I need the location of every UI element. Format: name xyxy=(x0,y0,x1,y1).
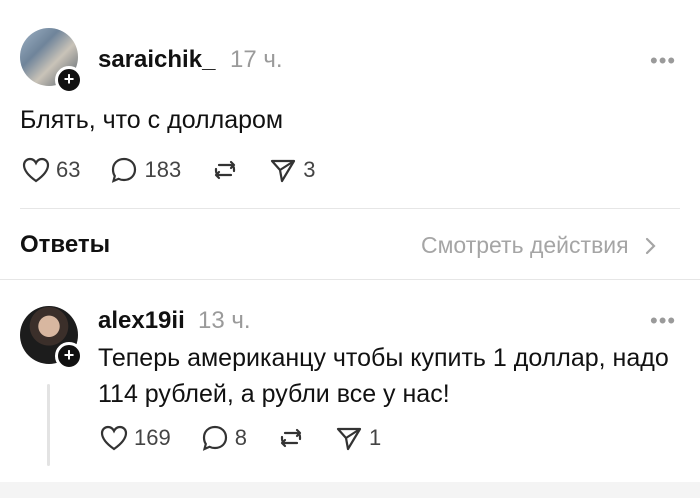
thread-line xyxy=(47,384,50,466)
chevron-right-icon xyxy=(645,237,656,255)
post-time: 17 ч. xyxy=(230,46,283,73)
share-count: 1 xyxy=(368,425,382,450)
reply-time: 13 ч. xyxy=(198,307,251,334)
like-count: 169 xyxy=(134,425,171,450)
comment-count: 8 xyxy=(234,425,247,450)
follow-plus-icon[interactable]: + xyxy=(55,66,83,94)
comment-button[interactable]: 183 xyxy=(110,156,181,184)
heart-icon xyxy=(100,425,128,451)
post-text: Блять, что с долларом xyxy=(20,106,284,134)
reply-actions: 169 8 1 xyxy=(100,424,411,452)
like-button[interactable]: 169 xyxy=(100,425,171,451)
share-count: 3 xyxy=(303,157,316,182)
repost-button[interactable] xyxy=(277,424,305,452)
repost-button[interactable] xyxy=(211,156,239,184)
divider xyxy=(0,279,700,280)
reply-text-line1: Теперь американцу чтобы купить 1 доллар,… xyxy=(98,344,669,372)
comment-button[interactable]: 8 xyxy=(201,424,247,452)
comment-bubble-icon xyxy=(202,425,227,451)
reply-username[interactable]: alex19ii xyxy=(98,307,185,335)
replies-title: Ответы xyxy=(20,231,111,258)
divider xyxy=(20,208,680,209)
send-icon xyxy=(271,159,296,183)
view-activity-link[interactable]: Смотреть действия xyxy=(421,232,657,259)
send-icon xyxy=(336,427,362,451)
comment-count: 183 xyxy=(144,157,182,182)
more-dots-icon[interactable]: ••• xyxy=(650,48,676,74)
share-button[interactable]: 3 xyxy=(269,156,315,184)
like-count: 63 xyxy=(56,157,81,182)
view-activity-label: Смотреть действия xyxy=(421,232,629,258)
more-dots-icon[interactable]: ••• xyxy=(650,308,676,334)
share-button[interactable]: 1 xyxy=(335,424,381,452)
bottom-strip xyxy=(0,482,700,498)
like-button[interactable]: 63 xyxy=(22,157,80,183)
post-username[interactable]: saraichik_ xyxy=(98,46,215,74)
heart-icon xyxy=(22,157,50,183)
follow-plus-icon[interactable]: + xyxy=(55,342,83,370)
reply-text-line2: 114 рублей, а рубли все у нас! xyxy=(98,380,450,408)
comment-bubble-icon xyxy=(112,157,137,183)
repost-icon xyxy=(280,428,302,448)
post-actions: 63 183 3 xyxy=(22,156,345,184)
repost-icon xyxy=(215,160,236,180)
